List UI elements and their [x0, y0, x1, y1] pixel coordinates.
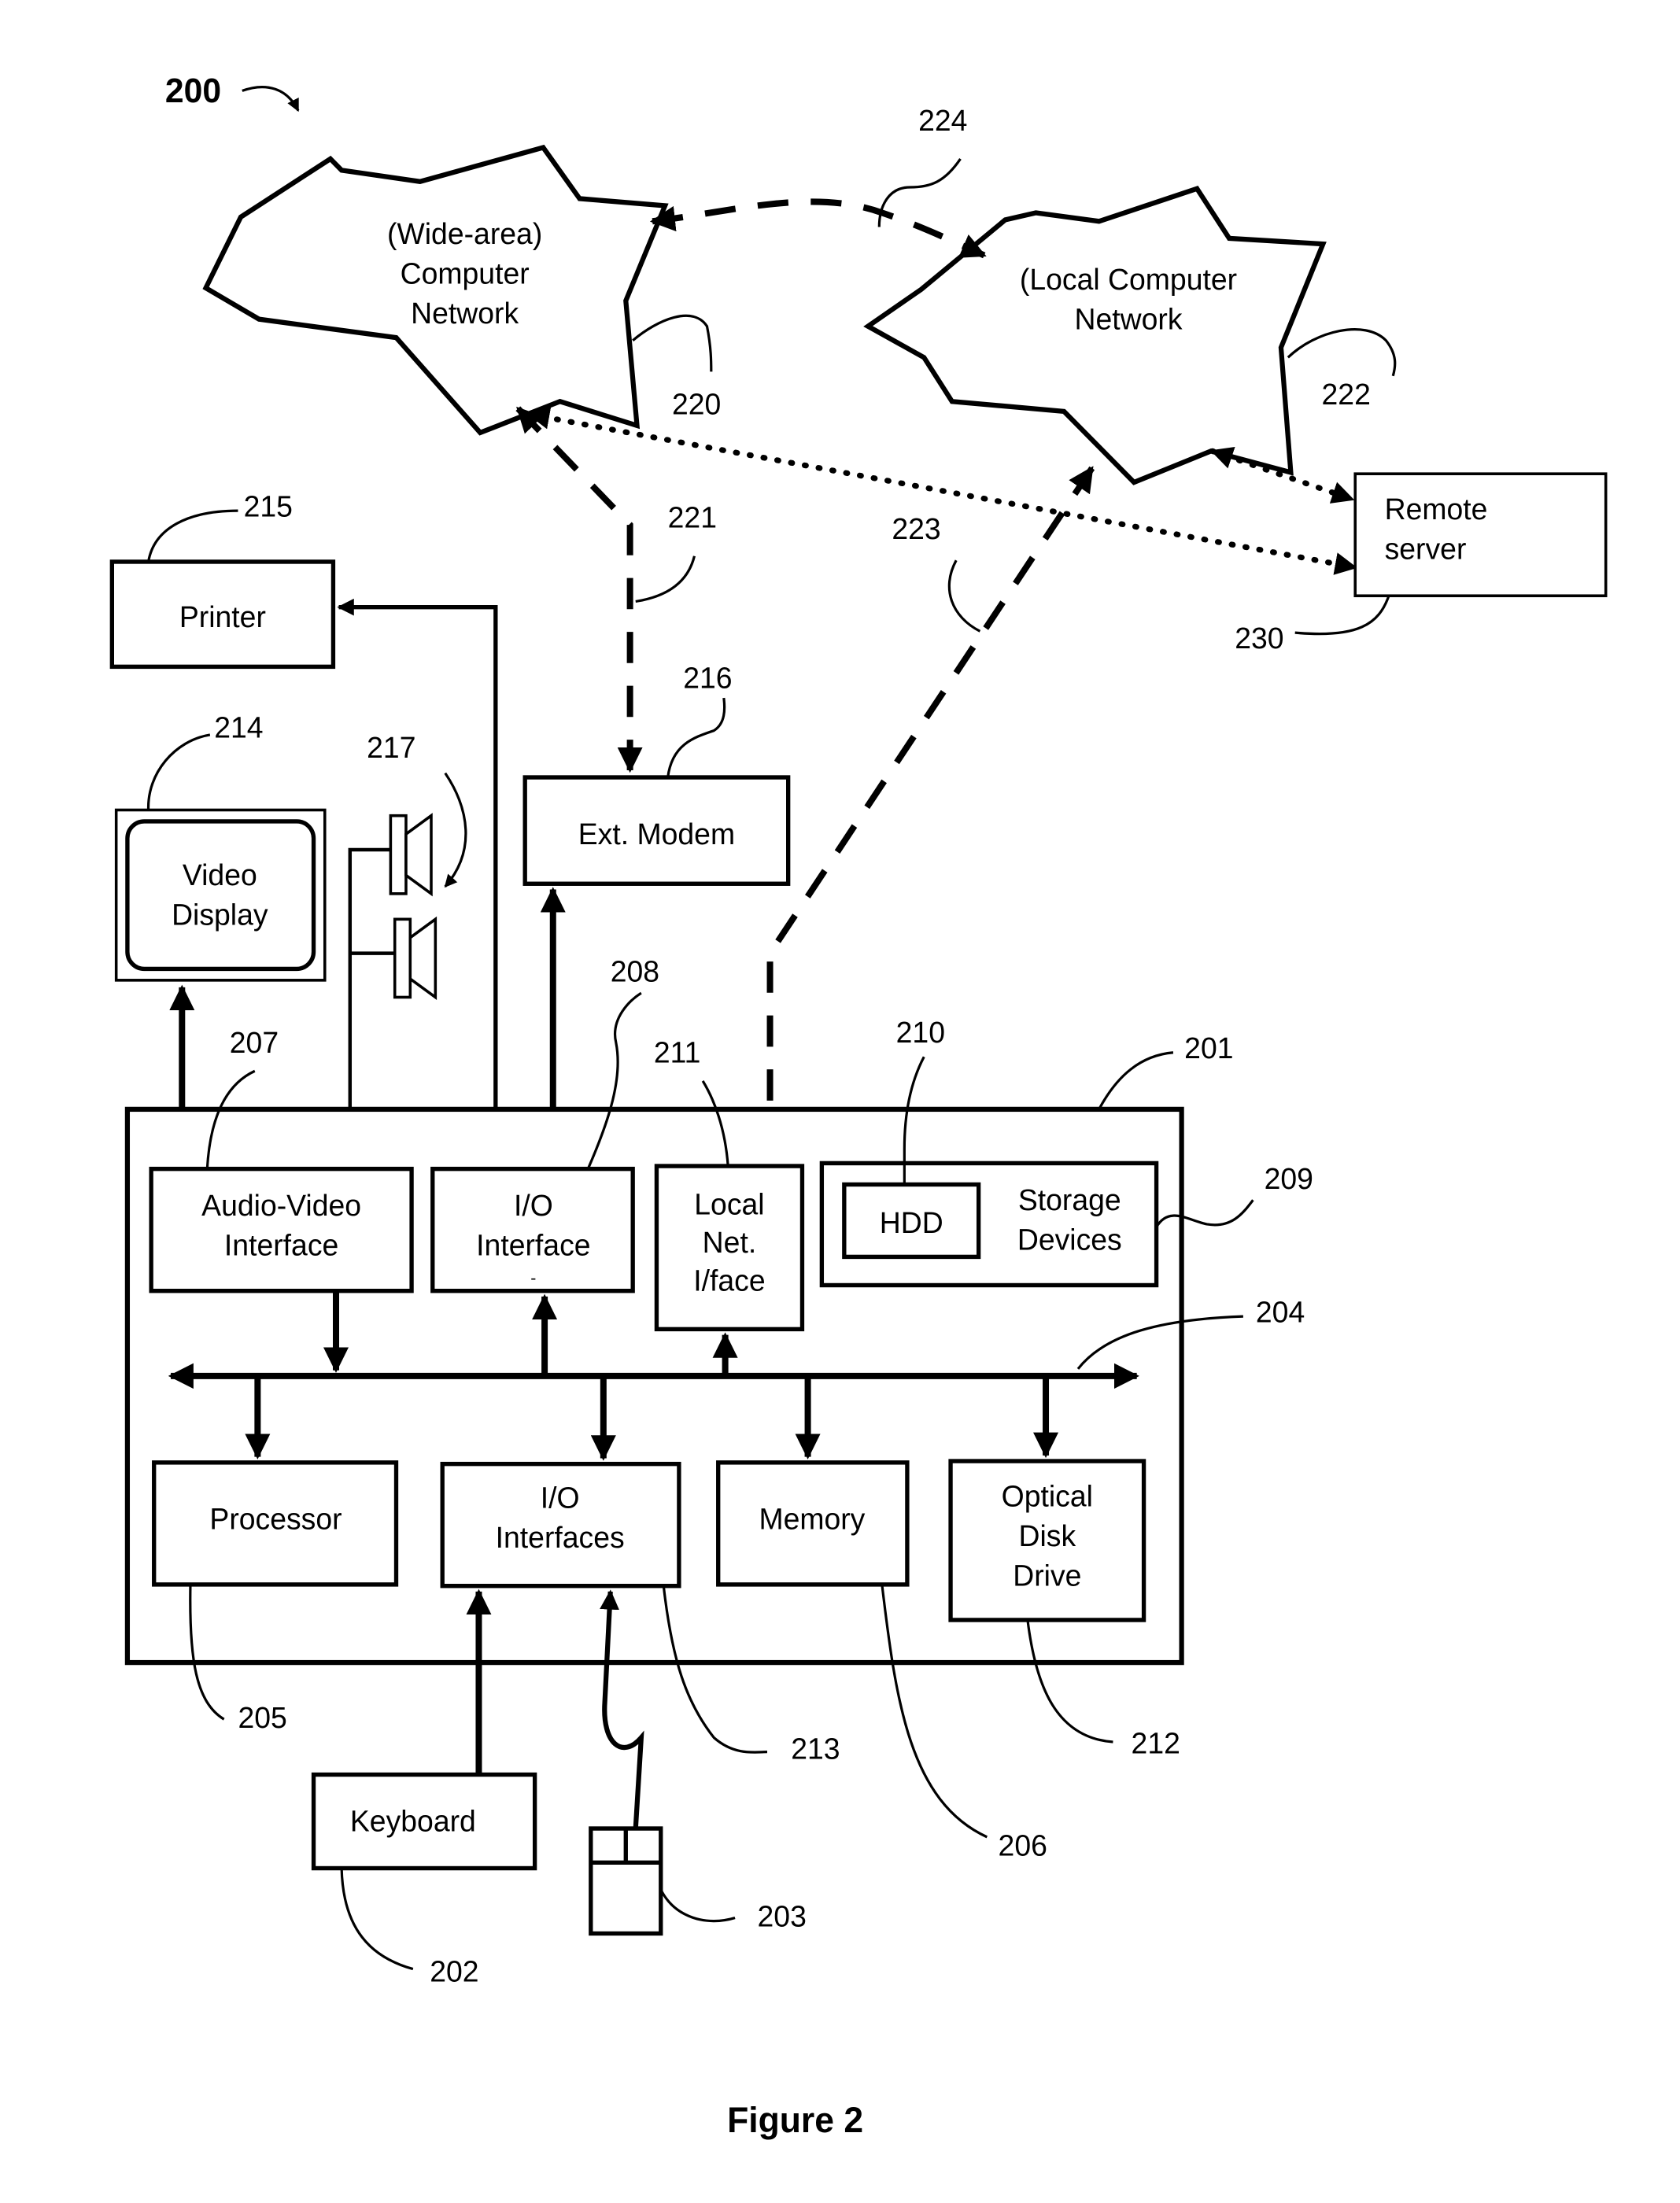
wan-ref-label: 220: [672, 387, 721, 420]
storage-devices-box[interactable]: HDD Storage Devices: [819, 1161, 1159, 1288]
keyboard-ref-label: 202: [430, 1955, 478, 1988]
storage-label-line1: Storage: [1018, 1183, 1121, 1216]
optical-label-line3: Drive: [1013, 1559, 1081, 1592]
io-interface-label-line3: -: [530, 1269, 536, 1288]
wan-label-line2: Computer: [401, 256, 530, 290]
bus-ref-label: 204: [1256, 1295, 1305, 1328]
local-net-label-line3: I/face: [693, 1264, 765, 1297]
optical-label-line2: Disk: [1018, 1519, 1076, 1552]
printer-label: Printer: [179, 600, 266, 633]
storage-ref-label: 209: [1265, 1162, 1313, 1195]
local-net-label-line2: Net.: [703, 1226, 757, 1259]
wan-modem-ref-leader: [635, 555, 696, 603]
keyboard-ref-leader: [340, 1868, 414, 1971]
processor-ref-label: 205: [238, 1701, 286, 1734]
mouse-ref-leader: [659, 1888, 736, 1923]
ext-modem-label: Ext. Modem: [578, 817, 735, 851]
av-interface-label-line2: Interface: [224, 1228, 338, 1261]
optical-ref-label: 212: [1132, 1726, 1180, 1759]
storage-label-line2: Devices: [1017, 1223, 1122, 1256]
computer-ref-leader: [1098, 1051, 1174, 1110]
keyboard-label: Keyboard: [350, 1804, 476, 1837]
wan-lan-link[interactable]: [649, 198, 987, 259]
av-interface-box[interactable]: Audio-Video Interface: [149, 1166, 414, 1293]
printer-box[interactable]: Printer: [109, 559, 336, 670]
video-display-label-line1: Video: [183, 858, 257, 891]
wan-label-line1: (Wide-area): [387, 217, 542, 250]
mouse-icon[interactable]: [589, 1826, 663, 1936]
wan-label-line3: Network: [411, 297, 519, 330]
local-net-box[interactable]: Local Net. I/face: [654, 1164, 805, 1332]
remote-server-label-line1: Remote: [1385, 493, 1488, 526]
video-display-label-line2: Display: [172, 898, 268, 931]
lan-localnet-ref-leader: [947, 559, 981, 633]
lan-label-line2: Network: [1074, 302, 1182, 335]
figure-caption: Figure 2: [727, 2101, 863, 2140]
lan-ref-label: 222: [1322, 378, 1371, 411]
remote-server-box[interactable]: Remote server: [1353, 472, 1608, 598]
lan-localnet-ref-label: 223: [892, 512, 940, 545]
ext-modem-box[interactable]: Ext. Modem: [522, 775, 791, 886]
optical-drive-box[interactable]: Optical Disk Drive: [948, 1459, 1146, 1622]
lan-label-line1: (Local Computer: [1020, 263, 1237, 296]
figure-ref-arrow: [242, 85, 300, 113]
processor-label: Processor: [209, 1502, 342, 1535]
io-interface-ref-label: 208: [611, 954, 659, 987]
ext-modem-ref-leader: [666, 697, 726, 778]
speakers-ref-label: 217: [367, 731, 415, 764]
computer-ref-label: 201: [1184, 1031, 1233, 1065]
wan-modem-link[interactable]: [515, 406, 643, 773]
av-interface-ref-label: 207: [230, 1026, 279, 1059]
local-net-label-line1: Local: [694, 1187, 764, 1220]
hdd-ref-label: 210: [896, 1016, 945, 1049]
hdd-label: HDD: [880, 1206, 943, 1239]
ext-modem-ref-label: 216: [683, 661, 732, 694]
wan-ref-leader: [632, 314, 713, 372]
io-interfaces-ref-label: 213: [791, 1732, 840, 1765]
av-interface-label-line1: Audio-Video: [201, 1189, 361, 1222]
lan-localnet-link[interactable]: [757, 466, 1095, 1169]
remote-server-label-line2: server: [1385, 532, 1467, 565]
mouse-ref-label: 203: [758, 1899, 807, 1932]
remote-server-ref-leader: [1294, 595, 1390, 636]
io-interface-label-line2: Interface: [476, 1228, 590, 1261]
io-interfaces-label-line2: Interfaces: [496, 1521, 625, 1554]
memory-label: Memory: [759, 1502, 865, 1535]
printer-link: [337, 598, 498, 1169]
lan-ref-leader: [1287, 328, 1397, 377]
memory-ref-label: 206: [999, 1828, 1047, 1862]
processor-box[interactable]: Processor: [152, 1460, 399, 1587]
figure-ref-label: 200: [165, 72, 221, 110]
video-display-ref-leader: [146, 733, 211, 810]
video-display-box[interactable]: Video Display: [114, 808, 327, 982]
memory-box[interactable]: Memory: [716, 1460, 910, 1587]
io-interfaces-box[interactable]: I/O Interfaces: [440, 1461, 681, 1589]
io-interface-label-line1: I/O: [514, 1189, 553, 1222]
speakers-ref-leader: [444, 772, 467, 888]
local-net-ref-label: 211: [654, 1035, 701, 1068]
wan-modem-ref-label: 221: [668, 500, 717, 533]
io-interface-box[interactable]: I/O Interface -: [430, 1166, 635, 1293]
io-interfaces-label-line1: I/O: [541, 1481, 580, 1514]
printer-ref-leader: [147, 509, 238, 563]
printer-ref-label: 215: [244, 489, 293, 522]
wan-lan-ref-label: 224: [918, 104, 967, 137]
video-display-ref-label: 214: [214, 710, 263, 744]
wan-cloud: (Wide-area) Computer Network: [202, 144, 669, 436]
optical-label-line1: Optical: [1002, 1480, 1093, 1513]
keyboard-box[interactable]: Keyboard: [311, 1772, 537, 1871]
figure-diagram: 200 (Wide-area) Computer Network 220 (Lo…: [109, 72, 1608, 2140]
remote-server-ref-label: 230: [1235, 622, 1283, 655]
